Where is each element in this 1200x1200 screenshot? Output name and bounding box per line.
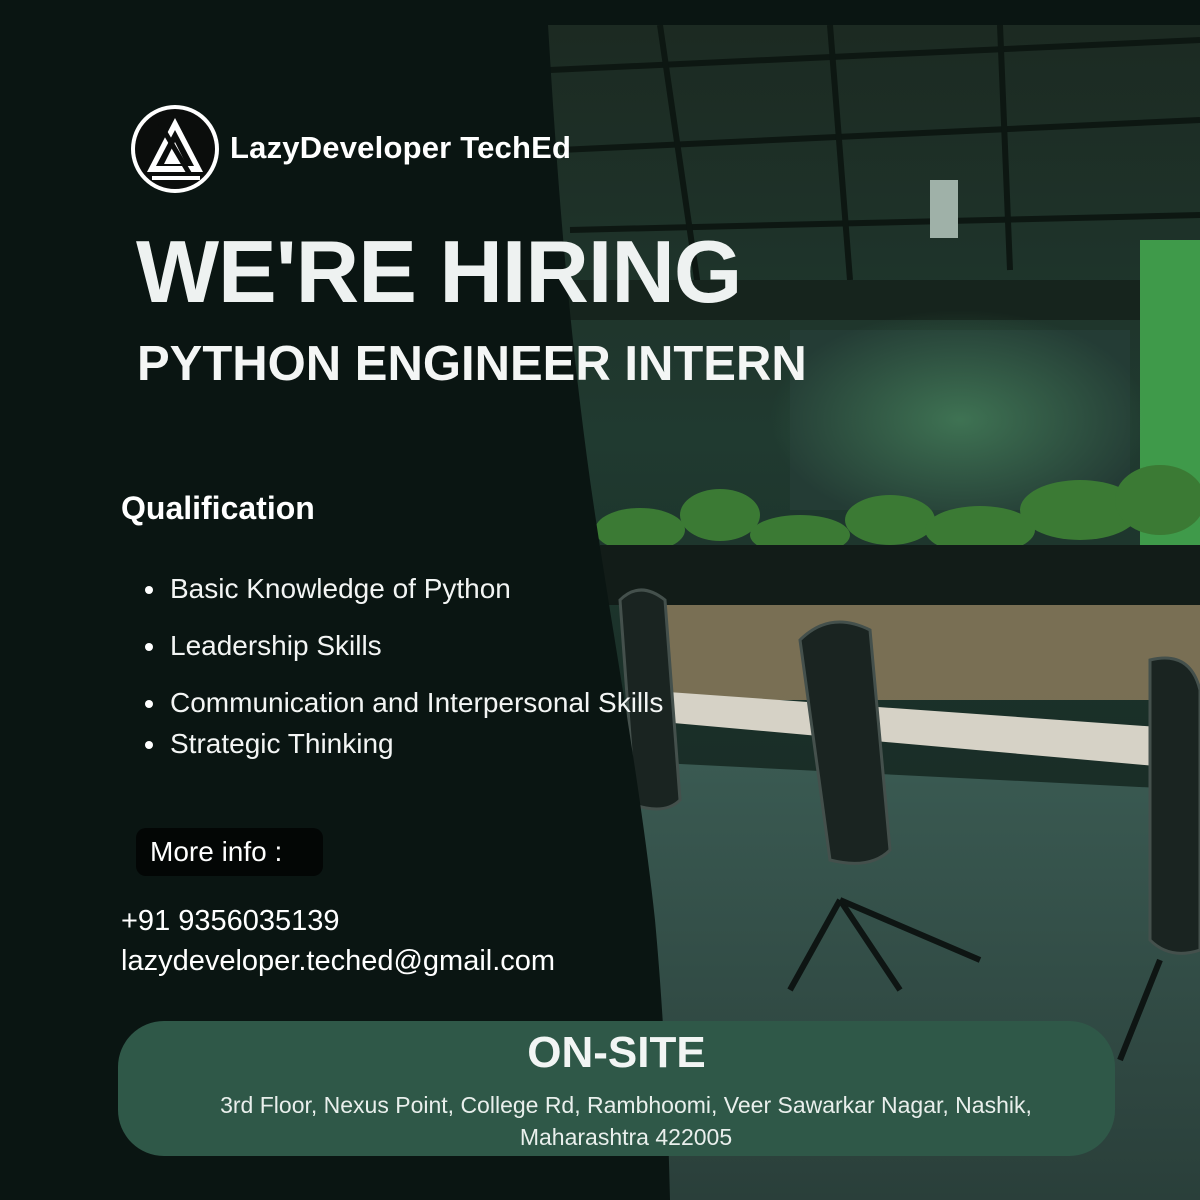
contact-email[interactable]: lazydeveloper.teched@gmail.com [121, 945, 555, 978]
contact-phone[interactable]: +91 9356035139 [121, 905, 340, 938]
qualification-list: Basic Knowledge of Python Leadership Ski… [145, 568, 665, 780]
hiring-poster: LazyDeveloper TechEd WE'RE HIRING PYTHON… [0, 0, 1200, 1200]
more-info-button[interactable]: More info : [136, 828, 323, 876]
qualification-item-label: Leadership Skills [170, 630, 382, 661]
location-box: ON-SITE 3rd Floor, Nexus Point, College … [118, 1021, 1115, 1156]
office-address: 3rd Floor, Nexus Point, College Rd, Ramb… [220, 1092, 1032, 1150]
qualification-item-label: Basic Knowledge of Python [170, 573, 511, 604]
bullet-icon [145, 643, 153, 651]
bullet-icon [145, 586, 153, 594]
list-item: Strategic Thinking [145, 723, 665, 764]
brand-name: LazyDeveloper TechEd [230, 130, 572, 165]
work-mode-title: ON-SITE [527, 1028, 706, 1077]
bullet-icon [145, 700, 153, 708]
hiring-headline: WE'RE HIRING [136, 222, 742, 321]
list-item: Basic Knowledge of Python [145, 568, 665, 609]
list-item: Leadership Skills [145, 625, 665, 666]
qualification-item-label: Communication and Interpersonal Skills [170, 687, 664, 718]
brand-logo [130, 104, 220, 194]
qualification-item-label: Strategic Thinking [170, 728, 394, 759]
list-item: Communication and Interpersonal Skills [145, 682, 665, 723]
qualification-heading: Qualification [121, 490, 315, 526]
triangle-monogram-logo-icon [131, 105, 219, 193]
bullet-icon [145, 741, 153, 749]
job-role-title: PYTHON ENGINEER INTERN [137, 337, 807, 391]
